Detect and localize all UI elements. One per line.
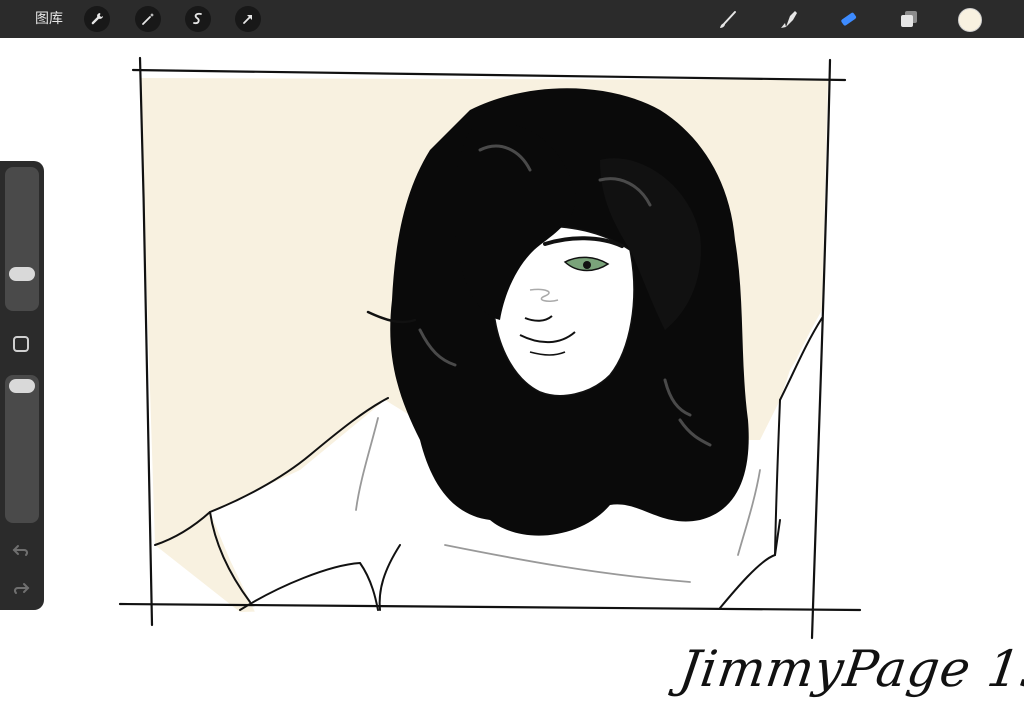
left-sidebar (0, 161, 44, 610)
opacity-slider[interactable] (5, 375, 39, 523)
modify-button[interactable] (13, 336, 29, 352)
brush-size-slider[interactable] (5, 167, 39, 311)
brush-size-knob[interactable] (9, 267, 35, 281)
opacity-knob[interactable] (9, 379, 35, 393)
redo-icon[interactable] (11, 579, 31, 599)
undo-icon[interactable] (11, 541, 31, 561)
signature-text: JimmyPage 1969 (675, 640, 1024, 698)
artwork (118, 56, 862, 640)
